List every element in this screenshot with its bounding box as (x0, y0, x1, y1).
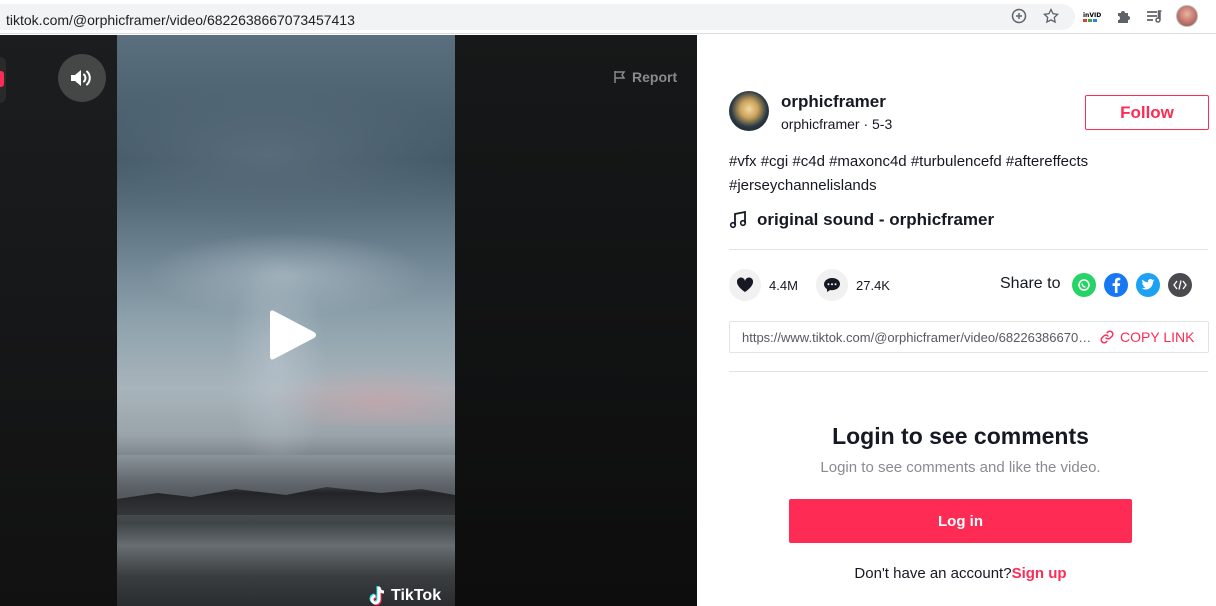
signup-link[interactable]: Sign up (1012, 565, 1067, 582)
report-label: Report (632, 69, 678, 85)
author-meta: orphicframer · 5-3 (781, 116, 893, 132)
watermark-text: TikTok (391, 587, 442, 604)
profile-avatar[interactable] (1176, 5, 1198, 27)
hashtag-link[interactable]: #aftereffects (1006, 153, 1088, 170)
login-prompt-title: Login to see comments (832, 423, 1089, 449)
url-text[interactable]: tiktok.com/@orphicframer/video/682263866… (6, 12, 355, 28)
share-link-box: https://www.tiktok.com/@orphicframer/vid… (729, 321, 1209, 353)
mute-button[interactable] (58, 54, 106, 102)
author-username[interactable]: orphicframer (781, 92, 886, 112)
report-button[interactable]: Report (613, 69, 677, 85)
speaker-icon (71, 70, 91, 86)
login-button[interactable]: Log in (789, 499, 1132, 543)
sound-title: original sound - orphicframer (757, 210, 995, 229)
video-sea (117, 455, 455, 606)
link-chain-icon (1100, 330, 1114, 344)
comment-stat: 27.4K (816, 269, 890, 301)
comment-button[interactable] (816, 269, 848, 301)
twitter-share-icon[interactable] (1136, 273, 1160, 297)
facebook-share-icon[interactable] (1104, 273, 1128, 297)
extensions-puzzle-icon[interactable] (1112, 6, 1134, 28)
address-bar[interactable]: tiktok.com/@orphicframer/video/682263866… (0, 4, 1075, 30)
copy-link-label: COPY LINK (1120, 329, 1195, 345)
add-circle-icon[interactable] (1009, 6, 1029, 26)
tiktok-logo-icon (369, 586, 385, 606)
close-button[interactable] (0, 57, 6, 103)
whatsapp-share-icon[interactable] (1072, 273, 1096, 297)
heart-icon (736, 277, 754, 292)
comment-bubble-icon (824, 278, 840, 292)
browser-toolbar: tiktok.com/@orphicframer/video/682263866… (0, 0, 1216, 34)
bookmark-star-icon[interactable] (1041, 6, 1061, 26)
author-avatar[interactable] (729, 91, 769, 131)
like-stat: 4.4M (729, 269, 798, 301)
copy-link-button[interactable]: COPY LINK (1100, 329, 1194, 345)
divider (729, 249, 1208, 250)
share-label: Share to (1000, 275, 1061, 292)
video-caption: #vfx #cgi #c4d #maxonc4d #turbulencefd #… (729, 150, 1169, 198)
original-sound-link[interactable]: original sound - orphicframer (729, 210, 994, 230)
like-count: 4.4M (769, 277, 798, 293)
login-prompt-subtitle: Login to see comments and like the video… (820, 459, 1101, 476)
video-backdrop-left (0, 35, 117, 606)
hashtag-link[interactable]: #turbulencefd (911, 153, 1002, 170)
music-note-icon (729, 211, 747, 229)
extension-invid-icon[interactable]: inVID (1080, 6, 1102, 28)
hashtag-link[interactable]: #cgi (761, 153, 789, 170)
comment-count: 27.4K (856, 277, 890, 293)
signup-row: Don't have an account?Sign up (697, 565, 1216, 582)
divider (729, 371, 1208, 372)
video-player[interactable]: Report TikTok (0, 35, 697, 606)
signup-prompt: Don't have an account? (854, 565, 1012, 582)
like-button[interactable] (729, 269, 761, 301)
hashtag-link[interactable]: #jerseychannelislands (729, 177, 877, 194)
tiktok-watermark: TikTok (368, 585, 441, 606)
flag-icon (614, 71, 626, 83)
play-icon[interactable] (268, 307, 318, 363)
hashtag-link[interactable]: #c4d (792, 153, 825, 170)
video-info-panel: orphicframer orphicframer · 5-3 Follow #… (697, 35, 1216, 606)
embed-code-icon[interactable] (1168, 273, 1192, 297)
video-backdrop-right (455, 35, 697, 606)
share-link-text[interactable]: https://www.tiktok.com/@orphicframer/vid… (742, 330, 1094, 345)
svg-text:inVID: inVID (1083, 12, 1101, 19)
follow-button[interactable]: Follow (1085, 95, 1209, 130)
hashtag-link[interactable]: #vfx (729, 153, 757, 170)
hashtag-link[interactable]: #maxonc4d (829, 153, 907, 170)
reading-list-icon[interactable] (1144, 6, 1166, 28)
